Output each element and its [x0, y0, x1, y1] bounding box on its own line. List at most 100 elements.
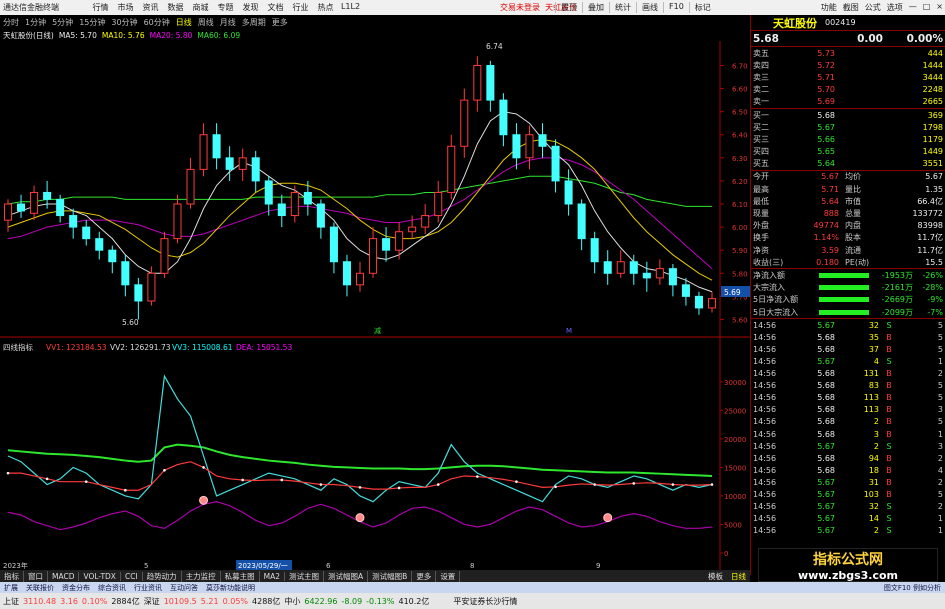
period-tab[interactable]: 周线	[195, 17, 217, 28]
tab-extend[interactable]: 扩展	[0, 583, 22, 593]
period-tab[interactable]: 5分钟	[49, 17, 76, 28]
tab-ma2[interactable]: MA2	[260, 571, 286, 581]
menu-item[interactable]: 发现	[238, 2, 263, 13]
close-icon[interactable]: ×	[936, 2, 943, 13]
signal-dot	[603, 513, 613, 523]
tab-industry[interactable]: 行业资讯	[130, 583, 166, 593]
index-sz-name[interactable]: 深证	[144, 596, 160, 607]
tab-new-feature[interactable]: 莫莎新功能说明	[202, 583, 259, 593]
menu-item[interactable]: 商城	[188, 2, 213, 13]
stats-cell: 市值	[845, 196, 861, 206]
tick-cell: B	[886, 453, 892, 463]
bid-row-cell: 买五	[753, 159, 769, 169]
toolbar-draw-button[interactable]: 画线	[636, 2, 663, 13]
tick-cell: 14	[868, 514, 879, 524]
stats-cell: 11.7亿	[917, 245, 943, 255]
period-tab[interactable]: 60分钟	[141, 17, 173, 28]
options-button[interactable]: 选项	[887, 2, 903, 13]
flow-cell: -28%	[922, 283, 943, 293]
menu-item[interactable]: 数据	[163, 2, 188, 13]
tick-cell: 14:56	[753, 417, 777, 427]
function-button[interactable]: 功能	[821, 2, 837, 13]
tab-trend[interactable]: 趋势动力	[143, 570, 182, 582]
maximize-icon[interactable]: □	[923, 2, 931, 13]
price-tick: 6.60	[732, 86, 748, 94]
kline-chart[interactable]: 6.70 6.60 6.50 6.40 6.30 6.20 6.10 6.00 5.90 5.80…	[0, 41, 750, 570]
period-tab[interactable]: 1分钟	[22, 17, 49, 28]
candle-body	[264, 180, 273, 205]
toolbar-overlay-button[interactable]: 叠加	[582, 2, 609, 13]
tab-monitor[interactable]: 主力监控	[182, 570, 221, 582]
tab-news[interactable]: 综合资讯	[94, 583, 130, 593]
tab-macd[interactable]: MACD	[48, 571, 80, 581]
ask-row-cell: 2665	[922, 97, 943, 107]
toolbar-f10-button[interactable]: F10	[663, 2, 689, 13]
tick-row: 14:56 5.67 103 B 5	[751, 488, 945, 500]
flow-bar	[819, 272, 869, 278]
ask-row-cell: 5.72	[817, 60, 835, 70]
menu-item[interactable]: 行业	[288, 2, 313, 13]
ask-row-cell: 2248	[922, 85, 943, 95]
tab-vol[interactable]: VOL-TDX	[79, 571, 121, 581]
tick-list[interactable]: 14:56 5.67 32 S 5 14:56 5.68 35 B 5 14:56 5.68 37 B 5 1…	[751, 319, 945, 537]
tab-test-main[interactable]: 测试主图	[285, 570, 325, 582]
toolbar-mark-button[interactable]: 标记	[688, 2, 716, 13]
tick-cell: 5.68	[817, 393, 835, 403]
tick-cell: 14:56	[753, 344, 777, 354]
menu-item[interactable]: 文档	[263, 2, 288, 13]
tab-private[interactable]: 私募主图	[221, 570, 260, 582]
tick-cell: 5.67	[817, 514, 835, 524]
index-sh-chg: 3.16	[60, 596, 78, 606]
tab-test-b[interactable]: 测试幅图B	[368, 570, 413, 582]
tab-settings[interactable]: 设置	[436, 570, 461, 582]
menu-item[interactable]: 市场	[113, 2, 138, 13]
menu-item[interactable]: L1L2	[338, 2, 363, 13]
mode-label[interactable]: 模板	[704, 571, 727, 582]
watermark-title: 指标公式网	[813, 551, 883, 568]
menu-item[interactable]: 行情	[88, 2, 113, 13]
tab-related[interactable]: 关联报价	[22, 583, 58, 593]
toolbar-pin-button[interactable]: 置顶	[555, 2, 582, 13]
price-tick: 6.50	[732, 109, 748, 117]
chart-header: 天虹股份(日线) MA5: 5.70 MA10: 5.76 MA20: 5.80…	[0, 29, 720, 41]
tab-cci[interactable]: CCI	[121, 571, 143, 581]
candle-body	[525, 134, 534, 159]
ask-row: 卖三 5.71 3444	[751, 71, 945, 83]
tab-more[interactable]: 更多	[412, 570, 437, 582]
tab-test-a[interactable]: 测试幅图A	[324, 570, 369, 582]
screenshot-button[interactable]: 截图	[843, 2, 859, 13]
tab-window[interactable]: 窗口	[24, 570, 48, 582]
tab-qa[interactable]: 互动问答	[166, 583, 202, 593]
period-tab-active[interactable]: 日线	[173, 17, 195, 28]
date-month: 5	[144, 562, 148, 570]
tab-indicator[interactable]: 指标	[0, 570, 24, 582]
minimize-icon[interactable]: —	[909, 2, 917, 13]
index-sz-chg: 5.21	[200, 596, 219, 606]
formula-button[interactable]: 公式	[865, 2, 881, 13]
ask-row: 卖四 5.72 1444	[751, 59, 945, 71]
candle-body	[238, 157, 247, 170]
ask-row-cell: 卖三	[753, 72, 769, 82]
tick-cell: 14:56	[753, 502, 777, 512]
right-period-tab[interactable]: 日线	[727, 571, 750, 582]
menu-item[interactable]: 热点	[313, 2, 338, 13]
period-tab[interactable]: 更多	[269, 17, 291, 28]
bid-row-cell: 1179	[922, 134, 943, 144]
period-tab[interactable]: 30分钟	[108, 17, 140, 28]
period-tab[interactable]: 月线	[217, 17, 239, 28]
tab-fund-dist[interactable]: 资金分布	[58, 583, 94, 593]
toolbar-stats-button[interactable]: 统计	[609, 2, 636, 13]
period-tab[interactable]: 多周期	[239, 17, 269, 28]
ma10-label: MA10: 5.76	[101, 30, 145, 40]
f10-link[interactable]: 图文F10 例如分析	[880, 583, 945, 593]
menu-item[interactable]: 专题	[213, 2, 238, 13]
stats-cell: 66.4亿	[917, 196, 943, 206]
index-zx-name[interactable]: 中小	[284, 596, 300, 607]
menu-item[interactable]: 资讯	[138, 2, 163, 13]
tick-cell: 5	[937, 381, 943, 391]
period-tab[interactable]: 分时	[0, 17, 22, 28]
period-tab[interactable]: 15分钟	[76, 17, 108, 28]
index-sh-name[interactable]: 上证	[3, 596, 19, 607]
stats-cell: 0.180	[816, 257, 839, 267]
vv2-point	[202, 466, 205, 469]
